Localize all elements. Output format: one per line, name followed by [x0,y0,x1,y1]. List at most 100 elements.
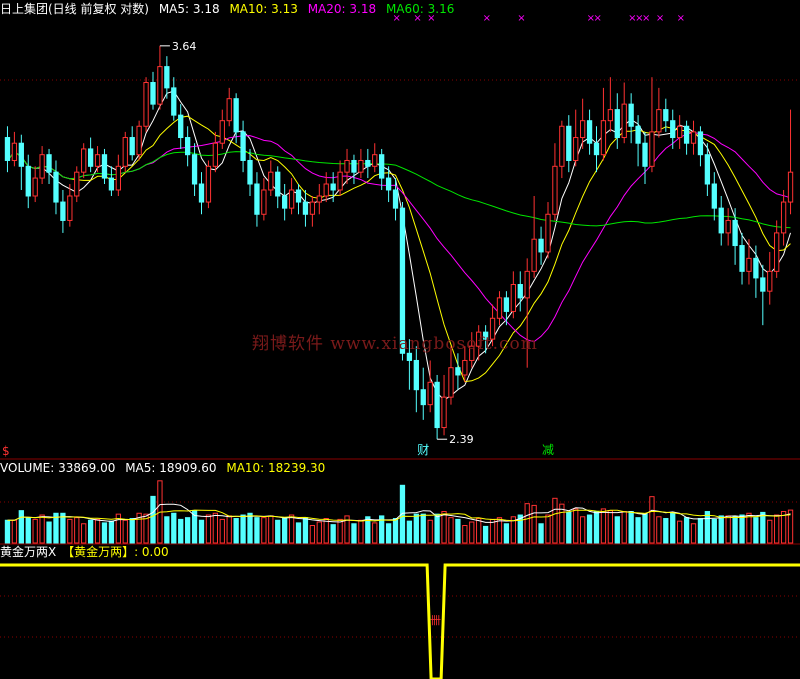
candle-body [268,171,274,191]
candle [573,109,579,167]
candle-body [136,125,142,156]
candle [254,172,260,227]
candle-body [434,381,440,429]
candle-body [81,148,87,173]
volume-bar [288,514,295,544]
volume-bar [732,516,738,544]
candle-body [344,159,350,173]
volume-bar [711,518,717,544]
candle [767,251,773,305]
candle-body [18,142,24,167]
volume-bar [67,518,73,544]
candle-body [704,154,711,185]
candle [593,126,600,173]
volume-bar [261,517,267,544]
candle [143,77,149,132]
candle-body [455,367,461,376]
candle [552,143,558,221]
candle-body [441,396,447,429]
volume-bar [385,523,392,544]
candle-body [372,154,378,167]
volume-bar [441,511,447,544]
volume-bar [760,511,766,544]
candle [46,148,52,185]
candle [282,184,288,221]
volume-bar [129,518,135,544]
volume-bar [74,517,80,544]
candle [60,189,66,233]
candle-body [462,359,468,376]
candle [219,109,225,149]
volume-bar [219,518,225,544]
candle-body [295,189,302,203]
candle [74,166,80,203]
volume-bar [545,514,551,544]
volume-bar [469,521,475,544]
candle-body [212,142,219,167]
volume-bar [205,514,212,544]
candle [718,195,724,246]
candle [732,208,738,265]
candle-body [774,232,780,272]
top-cross-marker: × [656,13,664,24]
volume-bar [531,504,537,544]
candle [683,120,690,155]
candle-body [60,201,66,221]
candle-body [739,245,745,272]
candle-body [226,98,232,122]
volume-bar [621,511,627,544]
volume-bar [18,510,24,544]
volume-panel[interactable] [4,480,794,544]
candle [780,189,787,246]
volume-bar [282,518,288,544]
candle-body [53,171,59,203]
candle-body [406,352,413,361]
volume-bar [25,517,31,544]
volume-bar [226,515,232,544]
candle [697,126,704,167]
candle-body [150,82,156,105]
volume-bar [462,525,468,544]
marker-s: $ [2,444,10,458]
candle [725,208,731,246]
candle [11,131,18,167]
ma5-label: MA5: 3.18 [158,2,220,16]
volume-bar [697,518,704,544]
candle [32,166,38,203]
candle [164,56,170,99]
candle-body [247,159,253,185]
candle-body [746,257,752,272]
volume-bar [240,514,246,544]
candle [39,146,45,185]
candle-body [351,159,357,173]
candle-body [767,270,773,292]
volume-bar [628,511,634,544]
ma60-label: MA60: 3.16 [385,2,455,16]
candle [628,93,634,144]
indicator-signal-marker: 卌 [430,614,441,627]
volume-ma5-label: MA5: 18909.60 [125,461,217,475]
volume-bar [309,525,316,544]
candle [559,120,565,179]
candle-body [379,154,385,179]
candle [774,220,780,278]
volume-bar [725,515,731,544]
candle-body [593,142,600,156]
volume-bar [171,512,177,544]
volume-bar [358,519,364,544]
volume-bar [448,517,454,544]
high-label: 3.64 [172,40,197,53]
candle-body [178,114,184,139]
candle-body [413,359,419,391]
candle-body [67,195,73,221]
candle-body [11,142,18,161]
volume-bar [780,511,787,544]
candle [656,87,662,138]
candle-body [233,98,239,133]
watermark: 翔博软件 www.xiangbosoft.com [252,334,538,354]
candle [316,184,322,215]
candle-body [87,148,94,167]
candle [122,131,128,173]
candle [739,232,745,285]
indicator-panel[interactable]: 卌 [0,563,800,679]
